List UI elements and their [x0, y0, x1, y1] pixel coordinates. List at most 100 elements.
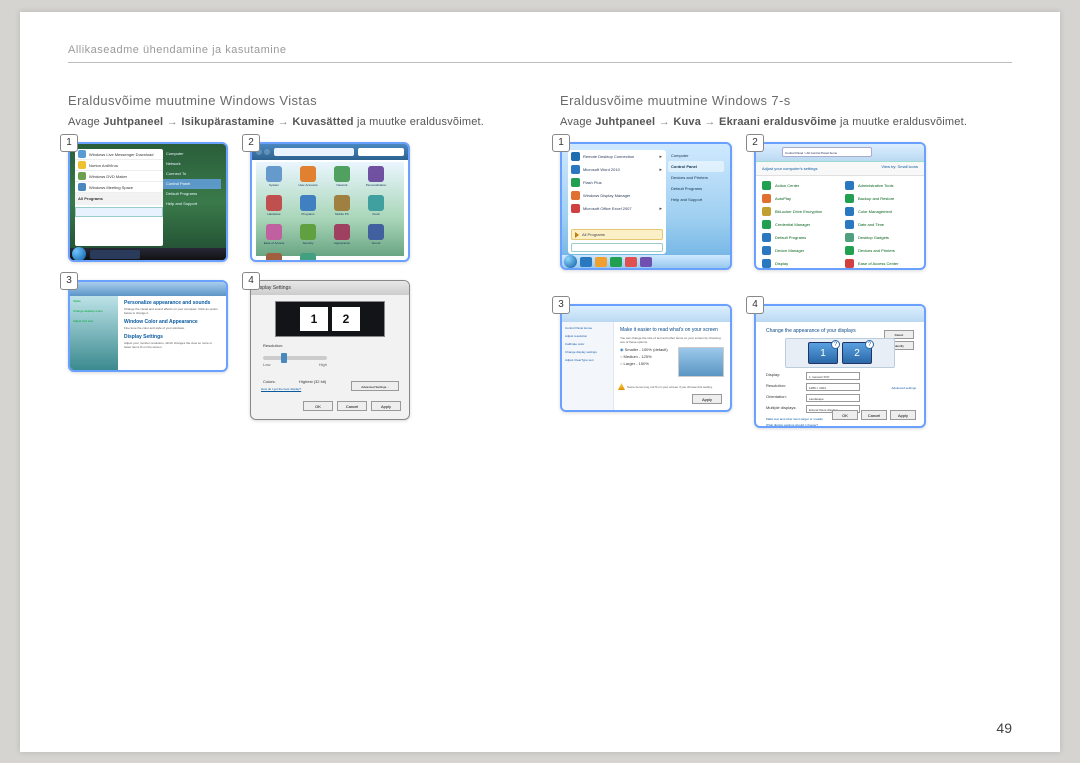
apply-button: Apply — [890, 410, 916, 420]
win7-section-title: Eraldusvõime muutmine Windows 7-s — [560, 93, 1012, 108]
cp-label: BitLocker Drive Encryption — [775, 209, 822, 214]
win7-section-desc: Avage Juhtpaneel→Kuva→Ekraani eraldusvõi… — [560, 116, 1012, 128]
vista-step-4: 4 Display Settings 1 2 Resolution: Low — [250, 280, 410, 420]
cp-label: Display — [775, 261, 788, 266]
cp-icon — [762, 220, 771, 229]
control-panel-item: Mobile PC — [328, 195, 356, 221]
apply-button: Apply — [371, 401, 401, 411]
cp-item: Action Center — [762, 180, 835, 191]
control-panel-item: Region — [260, 253, 288, 262]
program-label: Windows Display Manager — [583, 193, 630, 198]
dropdown: 1280 × 1024 — [806, 383, 860, 391]
slider-low: Low — [263, 362, 270, 367]
cp-item: Devices and Printers — [845, 245, 918, 256]
cp-icon — [845, 194, 854, 203]
cp-label: Default Programs — [775, 235, 806, 240]
cp-label: System — [269, 183, 279, 187]
start-menu-item: Windows DVD Maker — [75, 171, 163, 182]
control-panel-item: Appearance — [328, 224, 356, 250]
page-number: 49 — [996, 720, 1012, 736]
cp-label: Programs — [301, 212, 314, 216]
step-number-badge: 3 — [60, 272, 78, 290]
cp-icon — [334, 166, 350, 182]
win7-control-panel-screenshot: Control Panel > All Control Panel Items … — [754, 142, 926, 270]
win7-screen-resolution-screenshot: Change the appearance of your displays D… — [754, 304, 926, 428]
right-pane-item: Default Programs — [163, 189, 221, 199]
window-titlebar — [252, 144, 408, 160]
cp-label: Ease of Access — [264, 241, 285, 245]
apply-button: Apply — [692, 394, 722, 404]
step-number-badge: 2 — [242, 134, 260, 152]
content-heading: Personalize appearance and sounds — [124, 300, 220, 306]
taskbar-app-icon — [640, 257, 652, 267]
program-label: Norton AntiVirus — [89, 163, 118, 168]
step-number-badge: 2 — [746, 134, 764, 152]
right-pane-item-highlighted: Control Panel — [163, 179, 221, 189]
cp-icon — [266, 253, 282, 262]
start-menu-item: Flash Plus — [568, 176, 666, 189]
cp-label: AutoPlay — [775, 196, 791, 201]
cp-icon — [762, 181, 771, 190]
win7-step-2: 2 Control Panel > All Control Panel Item… — [754, 142, 926, 270]
cp-item: Ease of Access Center — [845, 258, 918, 269]
dropdown: Landscape — [806, 394, 860, 402]
dropdown: 1. Generic PnP — [806, 372, 860, 380]
cp-label: Date and Time — [858, 222, 884, 227]
arrow-icon: → — [701, 116, 719, 128]
taskbar — [70, 248, 226, 260]
taskbar-app-icon — [595, 257, 607, 267]
submenu-arrow-icon: ▸ — [659, 154, 662, 160]
advanced-settings-button: Advanced Settings... — [351, 381, 399, 391]
program-label: Microsoft Office Excel 2007 — [583, 206, 632, 211]
side-link: Tasks — [70, 296, 118, 306]
vista-steps-row-1: 1 Windows Live Messenger Download Norton… — [68, 142, 520, 262]
cp-icon — [845, 246, 854, 255]
program-label: Microsoft Word 2010 — [583, 167, 620, 172]
side-link: Control Panel Home — [565, 326, 610, 330]
start-orb-icon — [72, 247, 86, 261]
vista-section-title: Eraldusvõime muutmine Windows Vistas — [68, 93, 520, 108]
program-icon — [571, 178, 580, 187]
win7-steps-row-2: 3 Control Panel Home Adjust resolution C… — [560, 304, 1012, 428]
two-column-layout: Eraldusvõime muutmine Windows Vistas Ava… — [68, 93, 1012, 446]
help-link: What display settings should I choose? — [766, 423, 914, 427]
right-pane-item: Computer — [668, 150, 724, 161]
start-orb-icon — [564, 255, 577, 268]
cp-icon — [762, 259, 771, 268]
desc-pre: Avage — [560, 116, 595, 128]
cp-item: Credential Manager — [762, 219, 835, 230]
right-pane-item: Default Programs — [668, 183, 724, 194]
cp-icon — [368, 195, 384, 211]
warning-icon — [618, 383, 625, 390]
cp-icon — [762, 207, 771, 216]
triangle-icon — [575, 232, 579, 238]
step-number-badge: 4 — [242, 272, 260, 290]
program-label: Windows DVD Maker — [89, 174, 127, 179]
desc-p2: Isikupärastamine — [181, 116, 274, 128]
taskbar-button — [90, 250, 140, 259]
column-vista: Eraldusvõime muutmine Windows Vistas Ava… — [68, 93, 520, 446]
program-label: Remote Desktop Connection — [583, 154, 634, 159]
cp-icon — [762, 246, 771, 255]
cp-icon — [845, 233, 854, 242]
cp-icon — [368, 166, 384, 182]
slider-endpoints: Low High — [263, 362, 327, 367]
cp-icon — [845, 181, 854, 190]
right-pane-item: Devices and Printers — [668, 172, 724, 183]
window-titlebar — [70, 282, 226, 296]
cp-icon — [845, 259, 854, 268]
control-panel-item: Ease of Access — [260, 224, 288, 250]
cancel-button: Cancel — [861, 410, 887, 420]
right-pane-item: Help and Support — [668, 194, 724, 205]
start-menu-left-pane: Windows Live Messenger Download Norton A… — [75, 149, 163, 246]
vista-personalization-screenshot: Tasks Change desktop icons Adjust font s… — [68, 280, 228, 372]
all-programs-label: All Programs — [582, 232, 605, 237]
cp-items-list: Action Center Administrative Tools AutoP… — [762, 180, 918, 264]
content-pane: Personalize appearance and sounds Change… — [118, 296, 226, 370]
arrow-icon: → — [274, 116, 292, 128]
right-pane-item-highlighted: Control Panel — [668, 161, 724, 172]
step-number-badge: 4 — [746, 296, 764, 314]
win7-steps-row-1: 1 Remote Desktop Connection▸ Microsoft W… — [560, 142, 1012, 270]
start-menu-item: Windows Live Messenger Download — [75, 149, 163, 160]
cp-icon — [266, 224, 282, 240]
